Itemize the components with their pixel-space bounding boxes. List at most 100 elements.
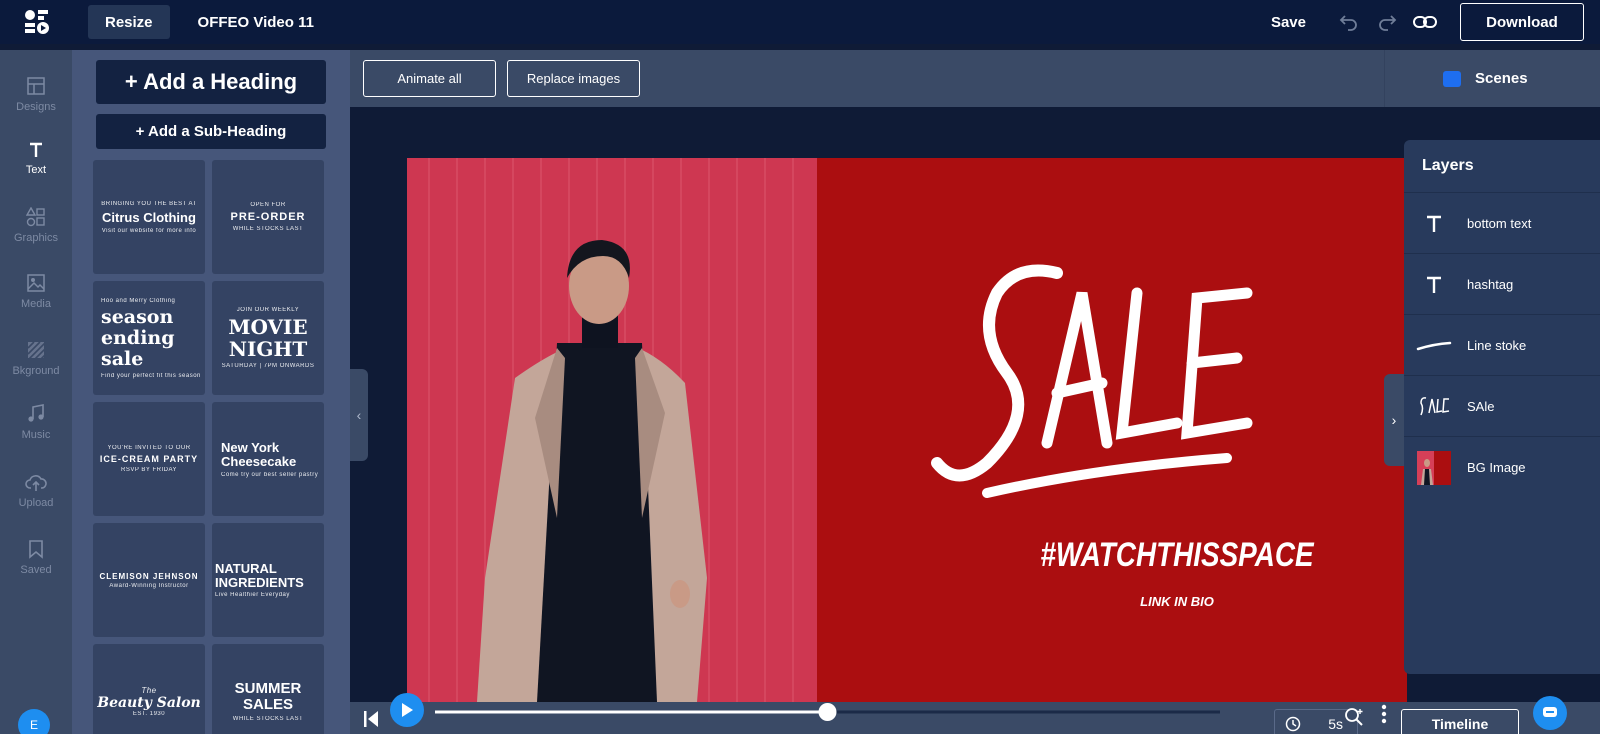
template-sub: RSVP BY FRIDAY: [120, 467, 178, 473]
rail-label: Saved: [20, 563, 52, 576]
template-sub: Live Healthier Everyday: [215, 592, 290, 598]
collapse-panel-button[interactable]: ‹: [350, 369, 368, 461]
layer-item-line-stoke[interactable]: Line stoke: [1404, 314, 1600, 376]
template-sub: Visit our website for more info: [101, 227, 197, 234]
template-sub: Find your perfect fit this season: [101, 372, 201, 379]
bg-image[interactable]: [407, 158, 817, 702]
text-template-instructor[interactable]: CLEMISON JEHNSON Award-Winning Instructo…: [93, 523, 205, 637]
top-bar: Resize OFFEO Video 11 Save Download: [0, 0, 1600, 44]
rail-item-media[interactable]: Media: [0, 263, 72, 319]
resize-button[interactable]: Resize: [88, 5, 170, 39]
text-template-ice-cream[interactable]: YOU'RE INVITED TO OUR ICE-CREAM PARTY RS…: [93, 402, 205, 516]
layer-label: hashtag: [1467, 277, 1514, 292]
image-icon: [27, 273, 45, 292]
template-big: PRE-ORDER: [230, 211, 306, 223]
template-small: OPEN FOR: [250, 202, 286, 208]
pattern-icon: [27, 340, 46, 360]
bookmark-icon: [29, 539, 43, 559]
zoom-icon[interactable]: [1343, 706, 1365, 733]
music-icon: [28, 403, 44, 422]
layer-label: Line stoke: [1467, 338, 1527, 353]
text-icon: [30, 142, 42, 157]
scenes-label: Scenes: [1475, 70, 1528, 87]
link-icon[interactable]: [1406, 6, 1444, 38]
play-button[interactable]: [390, 693, 424, 727]
rail-item-graphics[interactable]: Graphics: [0, 197, 72, 253]
template-small: BRINGING YOU THE BEST AT: [101, 200, 197, 207]
text-template-citrus[interactable]: BRINGING YOU THE BEST AT Citrus Clothing…: [93, 160, 205, 274]
layer-item-bg-image[interactable]: BG Image: [1404, 436, 1600, 498]
scenes-button[interactable]: Scenes: [1384, 50, 1600, 107]
timeline-scrubber[interactable]: [432, 702, 1222, 722]
rail-item-text[interactable]: Text: [0, 130, 72, 186]
layout-icon: [27, 76, 45, 95]
rail-label: Media: [21, 297, 51, 310]
rail-label: Music: [21, 428, 51, 441]
rail-item-background[interactable]: Bkground: [0, 330, 72, 386]
text-icon: [1404, 193, 1464, 255]
layer-item-sale[interactable]: SAle: [1404, 375, 1600, 437]
template-big: NATURAL INGREDIENTS: [215, 561, 304, 590]
save-button[interactable]: Save: [1271, 14, 1306, 31]
text-template-movie-night[interactable]: JOIN OUR WEEKLY MOVIE NIGHT SATURDAY | 7…: [212, 281, 324, 395]
template-big: ICE-CREAM PARTY: [99, 454, 199, 464]
timeline-button[interactable]: Timeline: [1401, 709, 1519, 734]
layers-toggle-button[interactable]: ›: [1384, 374, 1404, 466]
user-avatar[interactable]: E: [18, 709, 50, 734]
template-sub: Come try our best seller pastry: [221, 471, 319, 478]
template-big: New York Cheesecake: [221, 439, 297, 469]
playback-bar: 5s Timeline: [350, 693, 1600, 734]
rail-item-designs[interactable]: Designs: [0, 66, 72, 122]
template-big: Citrus Clothing: [102, 209, 196, 225]
template-sub: WHILE STOCKS LAST: [232, 715, 304, 722]
rail-label: Text: [25, 163, 47, 176]
chat-support-button[interactable]: [1533, 696, 1567, 730]
more-options-icon[interactable]: [1381, 704, 1387, 731]
template-sub: SATURDAY | 7PM ONWARDS: [221, 363, 315, 369]
template-small: Hoo and Merry Clothing: [101, 297, 176, 304]
document-title[interactable]: OFFEO Video 11: [198, 14, 314, 31]
hashtag-text[interactable]: #WATCHTHISSPACE: [1005, 536, 1349, 575]
chevron-right-icon: ›: [1391, 412, 1397, 428]
rail-item-saved[interactable]: Saved: [0, 529, 72, 585]
text-template-cheesecake[interactable]: New York Cheesecake Come try our best se…: [212, 402, 324, 516]
rail-label: Graphics: [13, 231, 59, 244]
template-sub: EST. 1930: [132, 710, 166, 717]
skip-back-icon[interactable]: [362, 707, 380, 734]
top-actions: Save Download: [1271, 0, 1600, 44]
rail-item-upload[interactable]: Upload: [0, 463, 72, 519]
stroke-icon: [1404, 315, 1464, 377]
template-big: season ending sale: [101, 305, 175, 370]
chat-icon: [1543, 707, 1557, 717]
layer-item-hashtag[interactable]: hashtag: [1404, 253, 1600, 315]
animate-all-button[interactable]: Animate all: [363, 60, 496, 97]
text-template-natural[interactable]: NATURAL INGREDIENTS Live Healthier Every…: [212, 523, 324, 637]
download-button[interactable]: Download: [1460, 3, 1584, 41]
text-template-season-sale[interactable]: Hoo and Merry Clothing season ending sal…: [93, 281, 205, 395]
offeo-logo[interactable]: [0, 0, 74, 44]
text-template-beauty-salon[interactable]: The Beauty Salon EST. 1930: [93, 644, 205, 734]
template-big: SUMMER SALES: [234, 679, 302, 713]
template-big: MOVIE NIGHT: [228, 315, 308, 361]
scrubber-handle[interactable]: [818, 703, 837, 721]
sale-thumb-icon: [1404, 376, 1464, 438]
template-small: JOIN OUR WEEKLY: [236, 307, 300, 313]
template-small: The: [141, 685, 157, 695]
rail-item-music[interactable]: Music: [0, 394, 72, 450]
clock-icon: [1285, 716, 1301, 734]
design-canvas[interactable]: #WATCHTHISSPACE LINK IN BIO: [407, 158, 1407, 702]
layer-item-bottom-text[interactable]: bottom text: [1404, 192, 1600, 254]
undo-icon[interactable]: [1330, 6, 1368, 38]
add-heading-button[interactable]: + Add a Heading: [96, 60, 326, 104]
text-template-summer-sales[interactable]: SUMMER SALES WHILE STOCKS LAST: [212, 644, 324, 734]
sale-lettering[interactable]: [897, 253, 1287, 503]
bottom-text[interactable]: LINK IN BIO: [967, 594, 1387, 609]
text-icon: [1404, 254, 1464, 316]
add-subheading-button[interactable]: + Add a Sub-Heading: [96, 114, 326, 149]
text-template-preorder[interactable]: OPEN FOR PRE-ORDER WHILE STOCKS LAST: [212, 160, 324, 274]
template-big: CLEMISON JEHNSON: [99, 571, 199, 581]
replace-images-button[interactable]: Replace images: [507, 60, 640, 97]
template-sub: WHILE STOCKS LAST: [232, 226, 304, 232]
redo-icon[interactable]: [1368, 6, 1406, 38]
text-panel: + Add a Heading + Add a Sub-Heading BRIN…: [72, 50, 350, 734]
